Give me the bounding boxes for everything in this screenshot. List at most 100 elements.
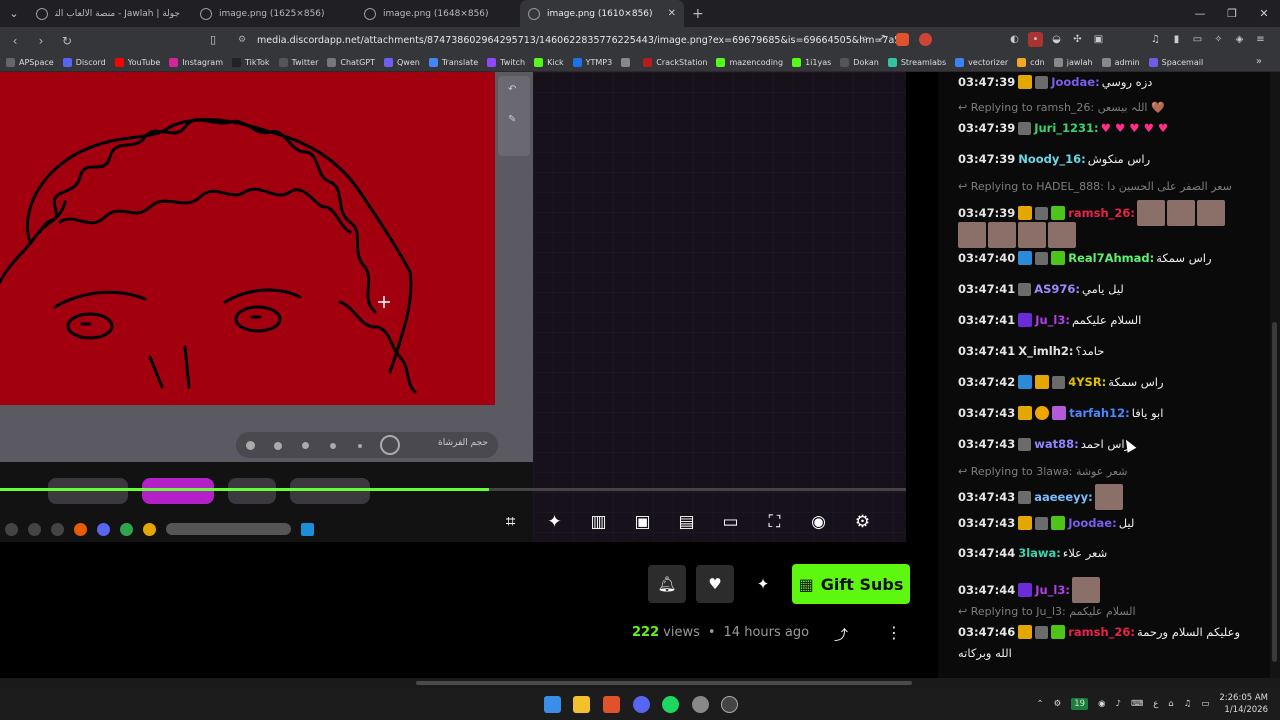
brave-browser-icon[interactable] <box>603 696 620 713</box>
puzzle-icon[interactable]: ✣ <box>1070 32 1085 47</box>
wallet-icon[interactable]: ▭ <box>1190 32 1205 47</box>
crown-badge-icon[interactable] <box>1018 625 1033 639</box>
sub-badge-icon[interactable] <box>1018 121 1032 135</box>
close-tab-icon[interactable]: ✕ <box>668 8 676 19</box>
extension-icon[interactable]: ▣ <box>1091 32 1106 47</box>
menu-icon[interactable]: ≡ <box>1253 32 1268 47</box>
site-info-icon[interactable]: ⚙ <box>238 35 246 45</box>
minimize-icon[interactable]: — <box>1184 0 1216 27</box>
discord-icon[interactable] <box>633 696 650 713</box>
bookmark-item[interactable]: Instagram <box>169 58 223 67</box>
crop-icon[interactable]: ⌗ <box>495 509 526 535</box>
bookmark-item[interactable]: Twitch <box>487 58 525 67</box>
bookmark-item[interactable]: cdn <box>1017 58 1045 67</box>
chat-username[interactable]: ramsh_26: <box>1068 625 1135 639</box>
spotify-icon[interactable] <box>662 696 679 713</box>
crown-badge-icon[interactable] <box>1018 206 1033 220</box>
bookmark-item[interactable] <box>621 58 634 67</box>
chat-username[interactable]: AS976: <box>1034 282 1080 296</box>
sub-badge-icon[interactable] <box>1018 282 1032 296</box>
new-tab-icon[interactable]: + <box>692 6 704 22</box>
gift-badge-icon[interactable] <box>1051 206 1066 220</box>
close-window-icon[interactable]: ✕ <box>1248 0 1280 27</box>
purple-badge-icon[interactable] <box>1018 313 1033 327</box>
restore-icon[interactable]: ❐ <box>1216 0 1248 27</box>
app-button[interactable] <box>228 478 276 504</box>
keyboard-icon[interactable]: ⌨ <box>1131 699 1143 709</box>
music-icon[interactable]: ♫ <box>1148 32 1163 47</box>
chat-username[interactable]: tarfah12: <box>1069 406 1129 420</box>
bookmark-item[interactable]: ChatGPT <box>327 58 375 67</box>
pip-icon[interactable]: ▣ <box>627 509 658 535</box>
chat-username[interactable]: Ju_l3: <box>1035 313 1070 327</box>
sub-badge-icon[interactable] <box>1035 206 1049 220</box>
theater-icon[interactable]: ▭ <box>715 509 746 535</box>
settings-icon[interactable] <box>692 696 709 713</box>
bookmark-item[interactable]: mazencoding <box>716 58 783 67</box>
windows-start-icon[interactable] <box>544 696 561 713</box>
file-explorer-icon[interactable] <box>573 696 590 713</box>
vpn-icon[interactable]: ◈ <box>1232 32 1247 47</box>
tab-3[interactable]: image.png (1648×856) <box>356 0 520 27</box>
sub-badge-icon[interactable] <box>1035 625 1049 639</box>
sub-badge-icon[interactable] <box>1035 251 1049 265</box>
gift-subs-button[interactable]: ▦ Gift Subs <box>792 564 910 604</box>
bookmark-item[interactable]: jawlah <box>1053 58 1093 67</box>
volume-icon[interactable]: ♫ <box>1184 699 1192 709</box>
bookmark-item[interactable]: TikTok <box>232 58 270 67</box>
url-field[interactable]: media.discordapp.net/attachments/8747386… <box>257 31 897 50</box>
brush-size-option[interactable] <box>302 442 309 449</box>
gift-badge-icon[interactable] <box>1051 516 1066 530</box>
bookmarks-overflow-icon[interactable]: » <box>1256 56 1262 67</box>
brush-size-option[interactable] <box>330 443 336 449</box>
tray-badge[interactable]: 19 <box>1071 698 1089 710</box>
sparkle-button[interactable]: ✦ <box>744 565 782 603</box>
chat-username[interactable]: Joodae: <box>1051 75 1099 89</box>
leo-icon[interactable]: ✧ <box>1211 32 1226 47</box>
extension-icon[interactable]: • <box>1028 32 1043 47</box>
settings-gear-icon[interactable]: ⚙ <box>847 509 878 535</box>
more-options-icon[interactable]: ⋮ <box>886 623 902 642</box>
bookmark-item[interactable]: vectorizer <box>955 58 1008 67</box>
bookmark-item[interactable]: CrackStation <box>643 58 707 67</box>
clip-icon[interactable]: ▤ <box>671 509 702 535</box>
crown-badge-icon[interactable] <box>1018 516 1033 530</box>
share-icon[interactable]: ⤴ <box>834 625 848 645</box>
coin-badge-icon[interactable] <box>1035 406 1050 420</box>
video-progress-bar[interactable] <box>0 488 906 491</box>
bookmark-item[interactable]: Discord <box>62 58 106 67</box>
sub-badge-icon[interactable] <box>1018 437 1032 451</box>
bookmark-item[interactable]: Qwen <box>383 58 420 67</box>
sidebar-icon[interactable]: ▮ <box>1169 32 1184 47</box>
vertical-scrollbar[interactable] <box>1270 72 1280 678</box>
chat-username[interactable]: Ju_l3: <box>1035 583 1070 597</box>
tab-2[interactable]: image.png (1625×856) <box>192 0 356 27</box>
bookmark-item[interactable]: Spacemail <box>1148 58 1203 67</box>
brush-size-selected[interactable] <box>380 435 400 455</box>
bookmark-item[interactable]: Streamlabs <box>887 58 946 67</box>
extension-icon[interactable]: ◐ <box>1007 32 1022 47</box>
bookmark-item[interactable]: YouTube <box>114 58 160 67</box>
chat-username[interactable]: wat88: <box>1034 437 1078 451</box>
rewards-icon[interactable] <box>919 33 932 46</box>
purple-badge-icon[interactable] <box>1018 583 1033 597</box>
chat-username[interactable]: Noody_16: <box>1018 152 1086 166</box>
chevron-up-icon[interactable]: ⌃ <box>1037 699 1044 709</box>
tab-4-active[interactable]: image.png (1610×856) ✕ <box>520 0 684 27</box>
chat-username[interactable]: ramsh_26: <box>1068 206 1135 220</box>
chat-username[interactable]: 4YSR: <box>1068 375 1106 389</box>
app-button[interactable] <box>48 478 128 504</box>
chat-username[interactable]: X_imlh2: <box>1018 344 1073 358</box>
mod-badge-icon[interactable] <box>1018 375 1033 389</box>
fullscreen-icon[interactable]: ⛶ <box>759 509 790 535</box>
follow-button[interactable]: ♥ <box>696 565 734 603</box>
crown-badge-icon[interactable] <box>1018 75 1033 89</box>
share-page-icon[interactable]: ↗ <box>878 33 886 46</box>
zoom-icon[interactable]: ⌕ <box>862 33 868 46</box>
undo-icon[interactable]: ↶ <box>508 84 516 95</box>
stats-icon[interactable]: ▥ <box>583 509 614 535</box>
brush-size-option[interactable] <box>246 441 255 450</box>
steam-icon[interactable] <box>721 696 738 713</box>
gift-badge-icon[interactable] <box>1051 251 1066 265</box>
back-icon[interactable]: ‹ <box>4 34 26 48</box>
